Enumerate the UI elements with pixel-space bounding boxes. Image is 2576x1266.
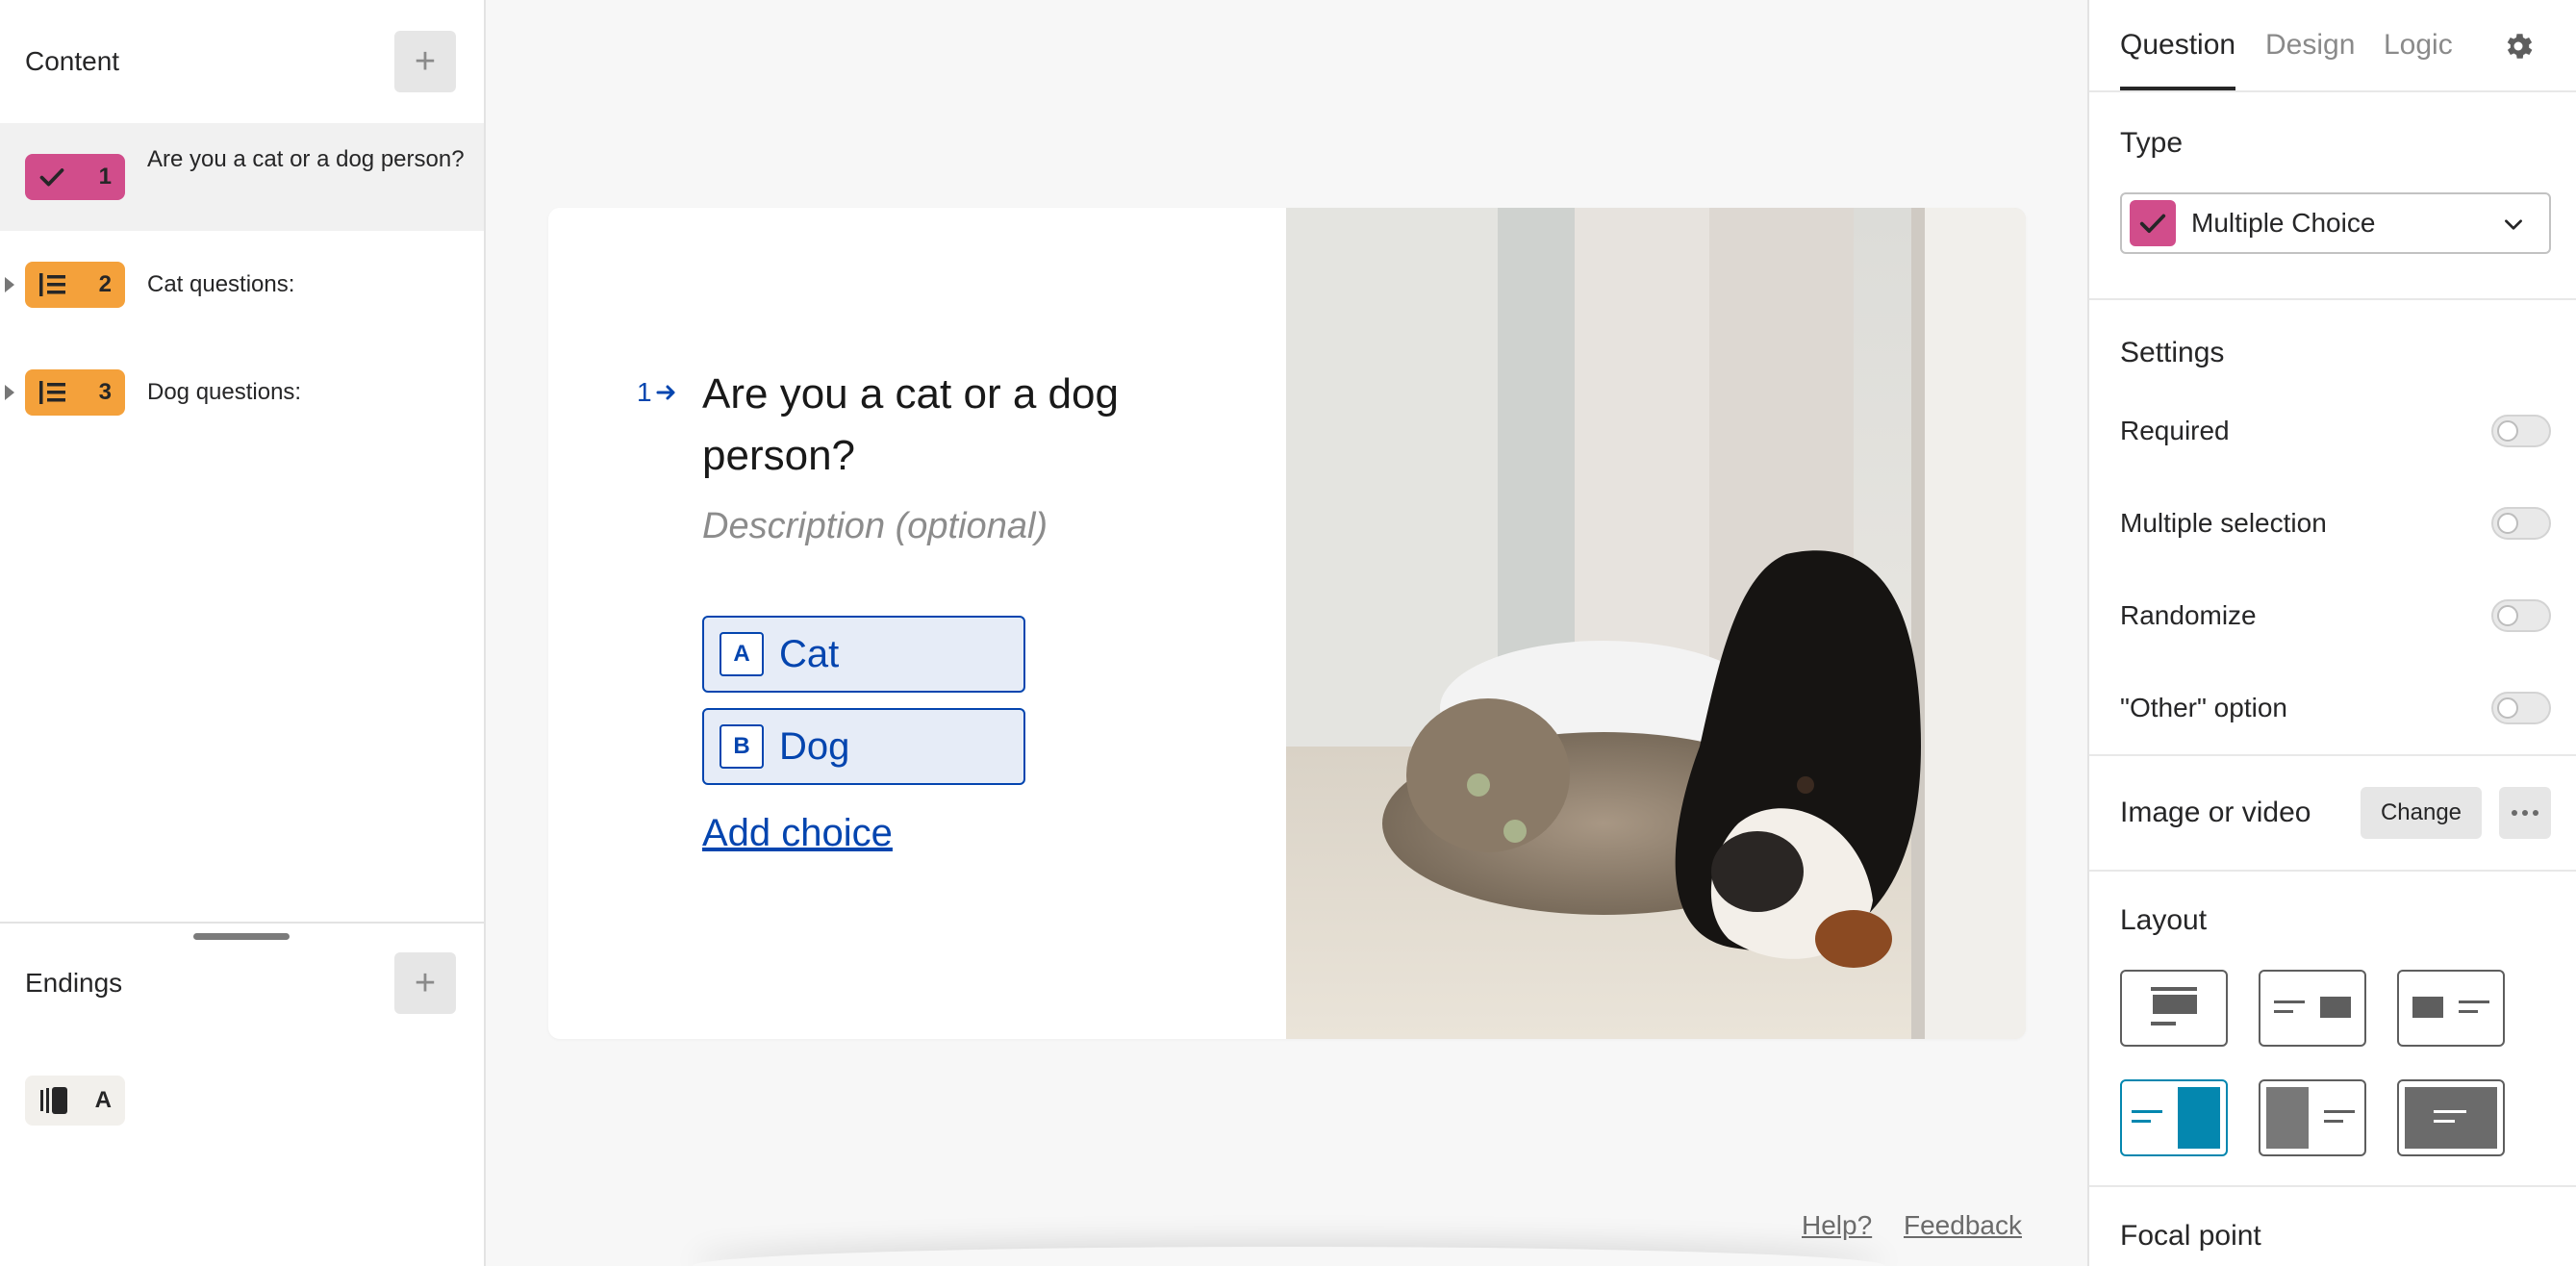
ending-letter: A (94, 1087, 112, 1113)
layout-option-split-right-full[interactable] (2120, 1079, 2228, 1156)
tab-design[interactable]: Design (2265, 29, 2355, 62)
question-group-icon (39, 273, 65, 296)
setting-label: Required (2120, 416, 2230, 445)
panel-divider (2089, 298, 2576, 300)
choice-label[interactable]: Cat (779, 633, 839, 676)
question-group-icon (39, 381, 65, 404)
setting-required: Required (2120, 412, 2551, 450)
setting-label: "Other" option (2120, 693, 2287, 722)
setting-randomize: Randomize (2120, 596, 2551, 635)
layout-split-right-icon (2274, 997, 2351, 1018)
question-title[interactable]: Are you a cat or a dog person? (702, 364, 1241, 487)
panel-divider (2089, 90, 2576, 92)
resize-handle[interactable] (193, 933, 290, 940)
question-content: 1 Are you a cat or a dog person? Descrip… (548, 208, 1286, 1039)
question-list-item-3[interactable]: 3 Dog questions: (0, 339, 484, 446)
layout-split-left-full-icon (2266, 1087, 2355, 1149)
arrow-right-icon (656, 385, 675, 400)
layout-option-split-right-small[interactable] (2259, 970, 2366, 1047)
choice-key: B (720, 724, 764, 769)
add-ending-button[interactable]: + (394, 952, 456, 1014)
question-list-item-2[interactable]: 2 Cat questions: (0, 231, 484, 339)
check-icon (2139, 214, 2166, 233)
endings-title: Endings (25, 968, 123, 998)
ending-list-item-a[interactable]: A (25, 1076, 125, 1126)
question-badge: 2 (25, 262, 125, 308)
change-media-button[interactable]: Change (2361, 787, 2482, 839)
choice-label[interactable]: Dog (779, 725, 849, 769)
question-number-indicator: 1 (637, 377, 677, 408)
question-type-select[interactable]: Multiple Choice (2120, 192, 2551, 254)
layout-option-split-left-full[interactable] (2259, 1079, 2366, 1156)
question-number: 1 (98, 164, 112, 190)
more-icon (2512, 810, 2538, 816)
randomize-toggle[interactable] (2491, 599, 2551, 632)
content-title: Content (25, 46, 120, 76)
setting-multiple-selection: Multiple selection (2120, 504, 2551, 543)
layout-stack-icon (2151, 987, 2197, 1025)
type-section-title: Type (2120, 127, 2184, 159)
required-toggle[interactable] (2491, 415, 2551, 447)
other-option-toggle[interactable] (2491, 692, 2551, 724)
question-badge: 1 (25, 154, 125, 200)
settings-panel: Question Design Logic Type Multiple Choi… (2087, 0, 2576, 1266)
layout-split-right-full-icon (2132, 1087, 2220, 1149)
layout-option-background[interactable] (2397, 1079, 2505, 1156)
layout-section-title: Layout (2120, 904, 2208, 936)
panel-divider (2089, 1185, 2576, 1187)
description-input[interactable]: Description (optional) (702, 506, 1048, 547)
chevron-down-icon (2505, 219, 2522, 230)
media-section-title: Image or video (2120, 797, 2311, 828)
setting-label: Multiple selection (2120, 508, 2327, 538)
add-content-button[interactable]: + (394, 31, 456, 92)
type-chip (2130, 200, 2176, 246)
setting-label: Randomize (2120, 600, 2257, 630)
help-link[interactable]: Help? (1802, 1210, 1872, 1241)
preview-shadow (693, 1247, 1885, 1266)
layout-split-left-icon (2412, 997, 2489, 1018)
expand-arrow-icon[interactable] (5, 385, 14, 400)
sidebar-divider (0, 922, 484, 924)
layout-background-icon (2405, 1087, 2497, 1149)
layout-option-split-left-small[interactable] (2397, 970, 2505, 1047)
multiple-selection-toggle[interactable] (2491, 507, 2551, 540)
gear-icon[interactable] (2501, 29, 2536, 63)
question-list-text: Are you a cat or a dog person? (147, 146, 465, 172)
question-list-text: Cat questions: (147, 271, 295, 297)
panel-divider (2089, 754, 2576, 756)
layout-option-stack[interactable] (2120, 970, 2228, 1047)
tab-logic[interactable]: Logic (2384, 29, 2453, 62)
settings-section-title: Settings (2120, 337, 2225, 368)
more-options-button[interactable] (2499, 787, 2551, 839)
setting-other-option: "Other" option (2120, 689, 2551, 727)
question-number: 3 (98, 379, 112, 405)
question-list-text: Dog questions: (147, 379, 302, 405)
expand-arrow-icon[interactable] (5, 277, 14, 292)
choice-a[interactable]: A Cat (702, 616, 1025, 693)
ending-screen-icon (40, 1087, 67, 1114)
question-badge: 3 (25, 369, 125, 416)
question-number: 1 (637, 377, 652, 407)
question-list-item-1[interactable]: 1 Are you a cat or a dog person? (0, 123, 484, 231)
question-number: 2 (98, 271, 112, 297)
choice-b[interactable]: B Dog (702, 708, 1025, 785)
choice-key: A (720, 632, 764, 676)
content-sidebar: Content + 1 Are you a cat or a dog perso… (0, 0, 486, 1266)
question-image (1286, 208, 2026, 1039)
check-icon (39, 168, 64, 187)
panel-divider (2089, 870, 2576, 872)
question-preview-card: 1 Are you a cat or a dog person? Descrip… (548, 208, 2026, 1039)
type-value: Multiple Choice (2191, 208, 2376, 238)
tab-question[interactable]: Question (2120, 29, 2235, 62)
add-choice-link[interactable]: Add choice (702, 812, 893, 855)
feedback-link[interactable]: Feedback (1904, 1210, 2022, 1241)
focal-point-title: Focal point (2120, 1220, 2261, 1252)
cat-dog-photo (1286, 208, 2026, 1039)
